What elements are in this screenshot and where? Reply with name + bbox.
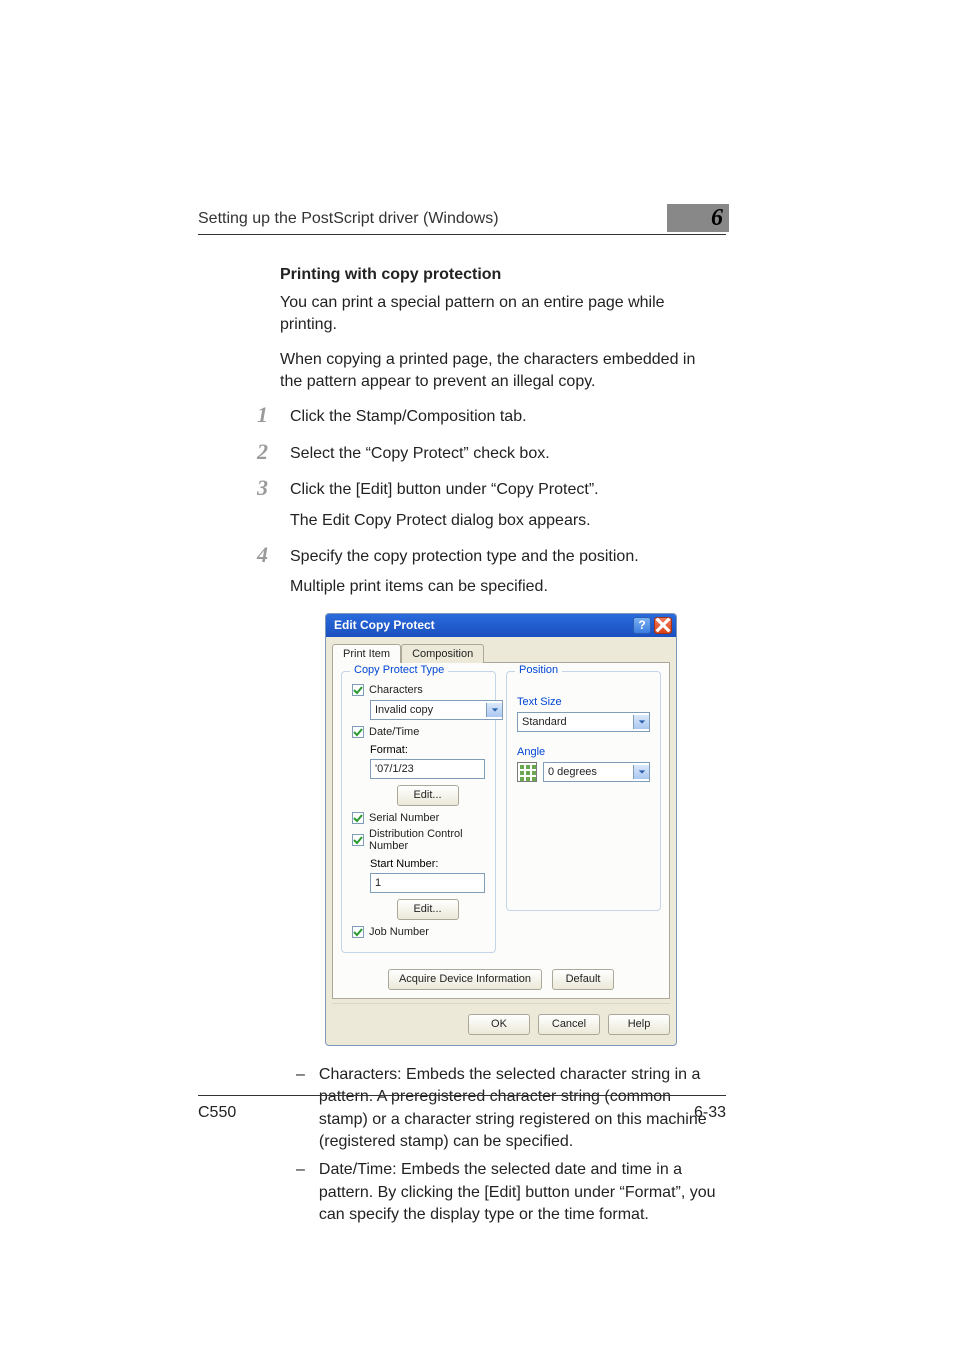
text-size-select[interactable]: Standard bbox=[517, 712, 650, 732]
step-1: 1 Click the Stamp/Composition tab. bbox=[280, 406, 722, 428]
step-4: 4 Specify the copy protection type and t… bbox=[280, 546, 722, 599]
tab-print-item[interactable]: Print Item bbox=[332, 644, 401, 663]
datetime-checkbox[interactable] bbox=[352, 726, 364, 738]
step-text-main: Specify the copy protection type and the… bbox=[290, 548, 639, 565]
step-text: Click the Stamp/Composition tab. bbox=[290, 406, 722, 428]
step-number: 2 bbox=[246, 441, 268, 465]
footer-right: 6-33 bbox=[694, 1104, 726, 1122]
chevron-down-icon bbox=[633, 715, 649, 729]
distribution-edit-button[interactable]: Edit... bbox=[397, 899, 459, 920]
footer-left: C550 bbox=[198, 1104, 236, 1122]
tab-composition[interactable]: Composition bbox=[401, 644, 484, 663]
step-text: Specify the copy protection type and the… bbox=[290, 546, 722, 599]
distribution-label: Distribution Control Number bbox=[369, 828, 485, 852]
edit-copy-protect-dialog: Edit Copy Protect ? Print Item Compositi… bbox=[325, 613, 677, 1046]
close-icon[interactable] bbox=[654, 617, 672, 634]
step-3: 3 Click the [Edit] button under “Copy Pr… bbox=[280, 479, 722, 532]
group-label: Position bbox=[515, 664, 562, 676]
steps-list: 1 Click the Stamp/Composition tab. 2 Sel… bbox=[280, 406, 722, 598]
notes-list: – Characters: Embeds the selected charac… bbox=[296, 1064, 722, 1227]
angle-label: Angle bbox=[517, 746, 650, 758]
angle-preview-icon bbox=[517, 762, 537, 782]
characters-value: Invalid copy bbox=[375, 704, 433, 716]
serial-label: Serial Number bbox=[369, 812, 439, 824]
step-text: Click the [Edit] button under “Copy Prot… bbox=[290, 479, 722, 532]
dialog-title: Edit Copy Protect bbox=[334, 618, 435, 632]
job-number-checkbox[interactable] bbox=[352, 926, 364, 938]
intro-para-2: When copying a printed page, the charact… bbox=[280, 349, 722, 392]
text-size-label: Text Size bbox=[517, 696, 650, 708]
list-item: – Date/Time: Embeds the selected date an… bbox=[296, 1159, 722, 1226]
step-number: 4 bbox=[246, 544, 268, 599]
intro-para-1: You can print a special pattern on an en… bbox=[280, 292, 722, 335]
ok-button[interactable]: OK bbox=[468, 1014, 530, 1035]
job-number-label: Job Number bbox=[369, 926, 429, 938]
distribution-checkbox[interactable] bbox=[352, 834, 364, 846]
step-number: 3 bbox=[246, 477, 268, 532]
format-label: Format: bbox=[370, 744, 485, 756]
format-edit-button[interactable]: Edit... bbox=[397, 785, 459, 806]
page-header-title: Setting up the PostScript driver (Window… bbox=[198, 210, 499, 228]
text-size-value: Standard bbox=[522, 716, 567, 728]
step-number: 1 bbox=[246, 404, 268, 428]
page-header: Setting up the PostScript driver (Window… bbox=[198, 210, 726, 235]
dialog-tabs: Print Item Composition bbox=[326, 637, 676, 662]
copy-protect-type-group: Copy Protect Type Characters Invalid cop… bbox=[341, 671, 496, 953]
characters-checkbox[interactable] bbox=[352, 684, 364, 696]
start-number-field[interactable]: 1 bbox=[370, 873, 485, 893]
group-label: Copy Protect Type bbox=[350, 664, 448, 676]
start-number-value: 1 bbox=[375, 877, 381, 889]
help-icon[interactable]: ? bbox=[633, 617, 651, 634]
tab-pane-print-item: Copy Protect Type Characters Invalid cop… bbox=[332, 662, 670, 999]
section-heading: Printing with copy protection bbox=[280, 266, 722, 284]
bullet-text: Date/Time: Embeds the selected date and … bbox=[319, 1159, 722, 1226]
angle-value: 0 degrees bbox=[548, 766, 597, 778]
step-text-sub: The Edit Copy Protect dialog box appears… bbox=[290, 510, 722, 532]
position-group: Position Text Size Standard Angle bbox=[506, 671, 661, 911]
serial-checkbox[interactable] bbox=[352, 812, 364, 824]
angle-select[interactable]: 0 degrees bbox=[543, 762, 650, 782]
characters-select[interactable]: Invalid copy bbox=[370, 700, 503, 720]
step-text-sub: Multiple print items can be specified. bbox=[290, 576, 722, 598]
chevron-down-icon bbox=[633, 765, 649, 779]
dash-icon: – bbox=[296, 1159, 305, 1226]
format-value: '07/1/23 bbox=[375, 763, 414, 775]
chapter-badge: 6 bbox=[667, 204, 729, 232]
acquire-device-info-button[interactable]: Acquire Device Information bbox=[388, 969, 542, 990]
page-footer: C550 6-33 bbox=[198, 1095, 726, 1122]
chevron-down-icon bbox=[486, 703, 502, 717]
step-2: 2 Select the “Copy Protect” check box. bbox=[280, 443, 722, 465]
start-number-label: Start Number: bbox=[370, 858, 485, 870]
chapter-number: 6 bbox=[711, 205, 723, 232]
step-text: Select the “Copy Protect” check box. bbox=[290, 443, 722, 465]
help-button[interactable]: Help bbox=[608, 1014, 670, 1035]
dialog-titlebar[interactable]: Edit Copy Protect ? bbox=[326, 614, 676, 637]
default-button[interactable]: Default bbox=[552, 969, 614, 990]
datetime-label: Date/Time bbox=[369, 726, 419, 738]
cancel-button[interactable]: Cancel bbox=[538, 1014, 600, 1035]
format-field: '07/1/23 bbox=[370, 759, 485, 779]
characters-label: Characters bbox=[369, 684, 423, 696]
step-text-main: Click the [Edit] button under “Copy Prot… bbox=[290, 481, 599, 498]
